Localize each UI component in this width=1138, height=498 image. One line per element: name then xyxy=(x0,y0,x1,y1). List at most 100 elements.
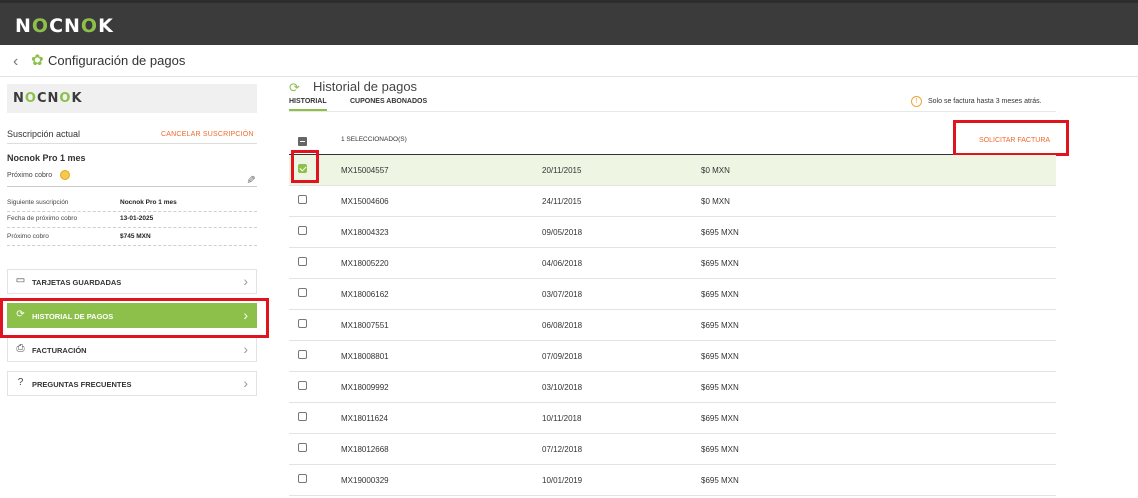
payment-id: MX18012668 xyxy=(341,445,389,454)
payment-amount: $695 MXN xyxy=(701,476,739,485)
card-icon: ▭ xyxy=(15,275,26,286)
row-checkbox[interactable] xyxy=(298,350,307,359)
top-bar: NOCNOK xyxy=(0,0,1138,45)
table-row[interactable]: MX18004323 09/05/2018 $695 MXN xyxy=(289,217,1056,248)
detail-value: $745 MXN xyxy=(120,233,151,240)
invoice-icon: ⎙ xyxy=(16,343,25,354)
payment-id: MX18008801 xyxy=(341,352,389,361)
subscription-label: Suscripción actual xyxy=(7,129,81,139)
select-all-checkbox[interactable] xyxy=(298,137,307,146)
row-checkbox[interactable] xyxy=(298,443,307,452)
payment-date: 03/10/2018 xyxy=(542,383,583,392)
payment-date: 03/07/2018 xyxy=(542,290,583,299)
payment-id: MX15004557 xyxy=(341,166,389,175)
detail-row: Fecha de próximo cobro 13-01-2025 xyxy=(7,211,257,228)
payment-date: 10/11/2018 xyxy=(542,414,582,423)
tab-history[interactable]: HISTORIAL xyxy=(289,98,327,111)
cancel-subscription-link[interactable]: CANCELAR SUSCRIPCIÓN xyxy=(161,131,254,138)
question-icon: ? xyxy=(17,377,24,388)
payment-id: MX18005220 xyxy=(341,259,389,268)
payment-date: 24/11/2015 xyxy=(542,197,582,206)
payment-date: 10/01/2019 xyxy=(542,476,583,485)
detail-value: Nocnok Pro 1 mes xyxy=(120,199,177,206)
detail-value: 13-01-2025 xyxy=(120,215,154,222)
sidebar-item-label: TARJETAS GUARDADAS xyxy=(32,278,122,287)
table-row[interactable]: MX15004606 24/11/2015 $0 MXN xyxy=(289,186,1056,217)
sidebar-item-saved-cards[interactable]: ▭ TARJETAS GUARDADAS › xyxy=(7,269,257,294)
payment-id: MX15004606 xyxy=(341,197,389,206)
edit-pencil-icon[interactable]: ✎ xyxy=(244,175,257,184)
detail-key: Próximo cobro xyxy=(7,233,49,240)
app-logo[interactable]: NOCNOK xyxy=(15,15,114,37)
back-arrow-icon[interactable]: ‹ xyxy=(13,53,18,71)
next-charge-label: Próximo cobro xyxy=(7,172,53,179)
payment-id: MX18007551 xyxy=(341,321,389,330)
payment-amount: $695 MXN xyxy=(701,383,739,392)
chevron-right-icon: › xyxy=(243,273,248,289)
info-icon: ! xyxy=(911,96,922,107)
tabs-divider xyxy=(289,111,1056,112)
payment-id: MX18004323 xyxy=(341,228,389,237)
detail-key: Siguiente suscripción xyxy=(7,199,69,206)
row-checkbox[interactable] xyxy=(298,288,307,297)
table-row[interactable]: MX18011624 10/11/2018 $695 MXN xyxy=(289,403,1056,434)
table-row[interactable]: MX18006162 03/07/2018 $695 MXN xyxy=(289,279,1056,310)
divider xyxy=(7,143,257,144)
payment-date: 09/05/2018 xyxy=(542,228,583,237)
payment-date: 04/06/2018 xyxy=(542,259,583,268)
payment-date: 07/09/2018 xyxy=(542,352,583,361)
table-row[interactable]: MX18007551 06/08/2018 $695 MXN xyxy=(289,310,1056,341)
payment-date: 06/08/2018 xyxy=(542,321,583,330)
table-row[interactable]: MX18008801 07/09/2018 $695 MXN xyxy=(289,341,1056,372)
sidebar-item-faq[interactable]: ? PREGUNTAS FRECUENTES › xyxy=(7,371,257,396)
payment-date: 20/11/2015 xyxy=(542,166,582,175)
row-checkbox[interactable] xyxy=(298,319,307,328)
payment-amount: $0 MXN xyxy=(701,197,730,206)
gear-icon: ✿ xyxy=(31,52,44,69)
info-text: Solo se factura hasta 3 meses atrás. xyxy=(928,98,1042,105)
detail-key: Fecha de próximo cobro xyxy=(7,215,78,222)
page-title: Configuración de pagos xyxy=(48,53,186,68)
table-row[interactable]: MX15004557 20/11/2015 $0 MXN xyxy=(289,155,1056,186)
chevron-right-icon: › xyxy=(243,375,248,391)
row-checkbox[interactable] xyxy=(298,474,307,483)
payment-date: 07/12/2018 xyxy=(542,445,583,454)
payment-amount: $695 MXN xyxy=(701,259,739,268)
divider xyxy=(7,186,257,187)
payment-amount: $695 MXN xyxy=(701,352,739,361)
row-checkbox[interactable] xyxy=(298,412,307,421)
table-row[interactable]: MX19000329 10/01/2019 $695 MXN xyxy=(289,465,1056,496)
sidebar-item-billing[interactable]: ⎙ FACTURACIÓN › xyxy=(7,337,257,362)
payment-amount: $0 MXN xyxy=(701,166,730,175)
history-icon: ⟳ xyxy=(289,80,300,95)
table-header: 1 SELECCIONADO(S) xyxy=(289,128,1056,155)
payment-amount: $695 MXN xyxy=(701,414,739,423)
row-checkbox[interactable] xyxy=(298,381,307,390)
coin-icon xyxy=(60,170,70,180)
table-row[interactable]: MX18005220 04/06/2018 $695 MXN xyxy=(289,248,1056,279)
table-row[interactable]: MX18012668 07/12/2018 $695 MXN xyxy=(289,434,1056,465)
payment-amount: $695 MXN xyxy=(701,228,739,237)
detail-row: Siguiente suscripción Nocnok Pro 1 mes xyxy=(7,195,257,212)
payment-id: MX18006162 xyxy=(341,290,389,299)
table-row[interactable]: MX18009992 03/10/2018 $695 MXN xyxy=(289,372,1056,403)
selected-count: 1 SELECCIONADO(S) xyxy=(341,136,407,143)
payment-amount: $695 MXN xyxy=(701,445,739,454)
sidebar-item-label: FACTURACIÓN xyxy=(32,346,87,355)
row-checkbox[interactable] xyxy=(298,257,307,266)
payment-id: MX18009992 xyxy=(341,383,389,392)
payment-amount: $695 MXN xyxy=(701,290,739,299)
tab-coupons[interactable]: CUPONES ABONADOS xyxy=(350,98,427,105)
sub-header: ‹ ✿ Configuración de pagos xyxy=(0,45,1138,77)
highlight-box xyxy=(953,120,1069,156)
row-checkbox[interactable] xyxy=(298,226,307,235)
row-checkbox[interactable] xyxy=(298,195,307,204)
highlight-box xyxy=(0,298,269,338)
payment-id: MX19000329 xyxy=(341,476,389,485)
section-title: Historial de pagos xyxy=(313,79,418,94)
sidebar-item-label: PREGUNTAS FRECUENTES xyxy=(32,380,132,389)
sidebar-logo: NOCNOK xyxy=(13,91,83,106)
payment-amount: $695 MXN xyxy=(701,321,739,330)
payment-id: MX18011624 xyxy=(341,414,388,423)
sidebar-logo-box: NOCNOK xyxy=(7,84,257,113)
